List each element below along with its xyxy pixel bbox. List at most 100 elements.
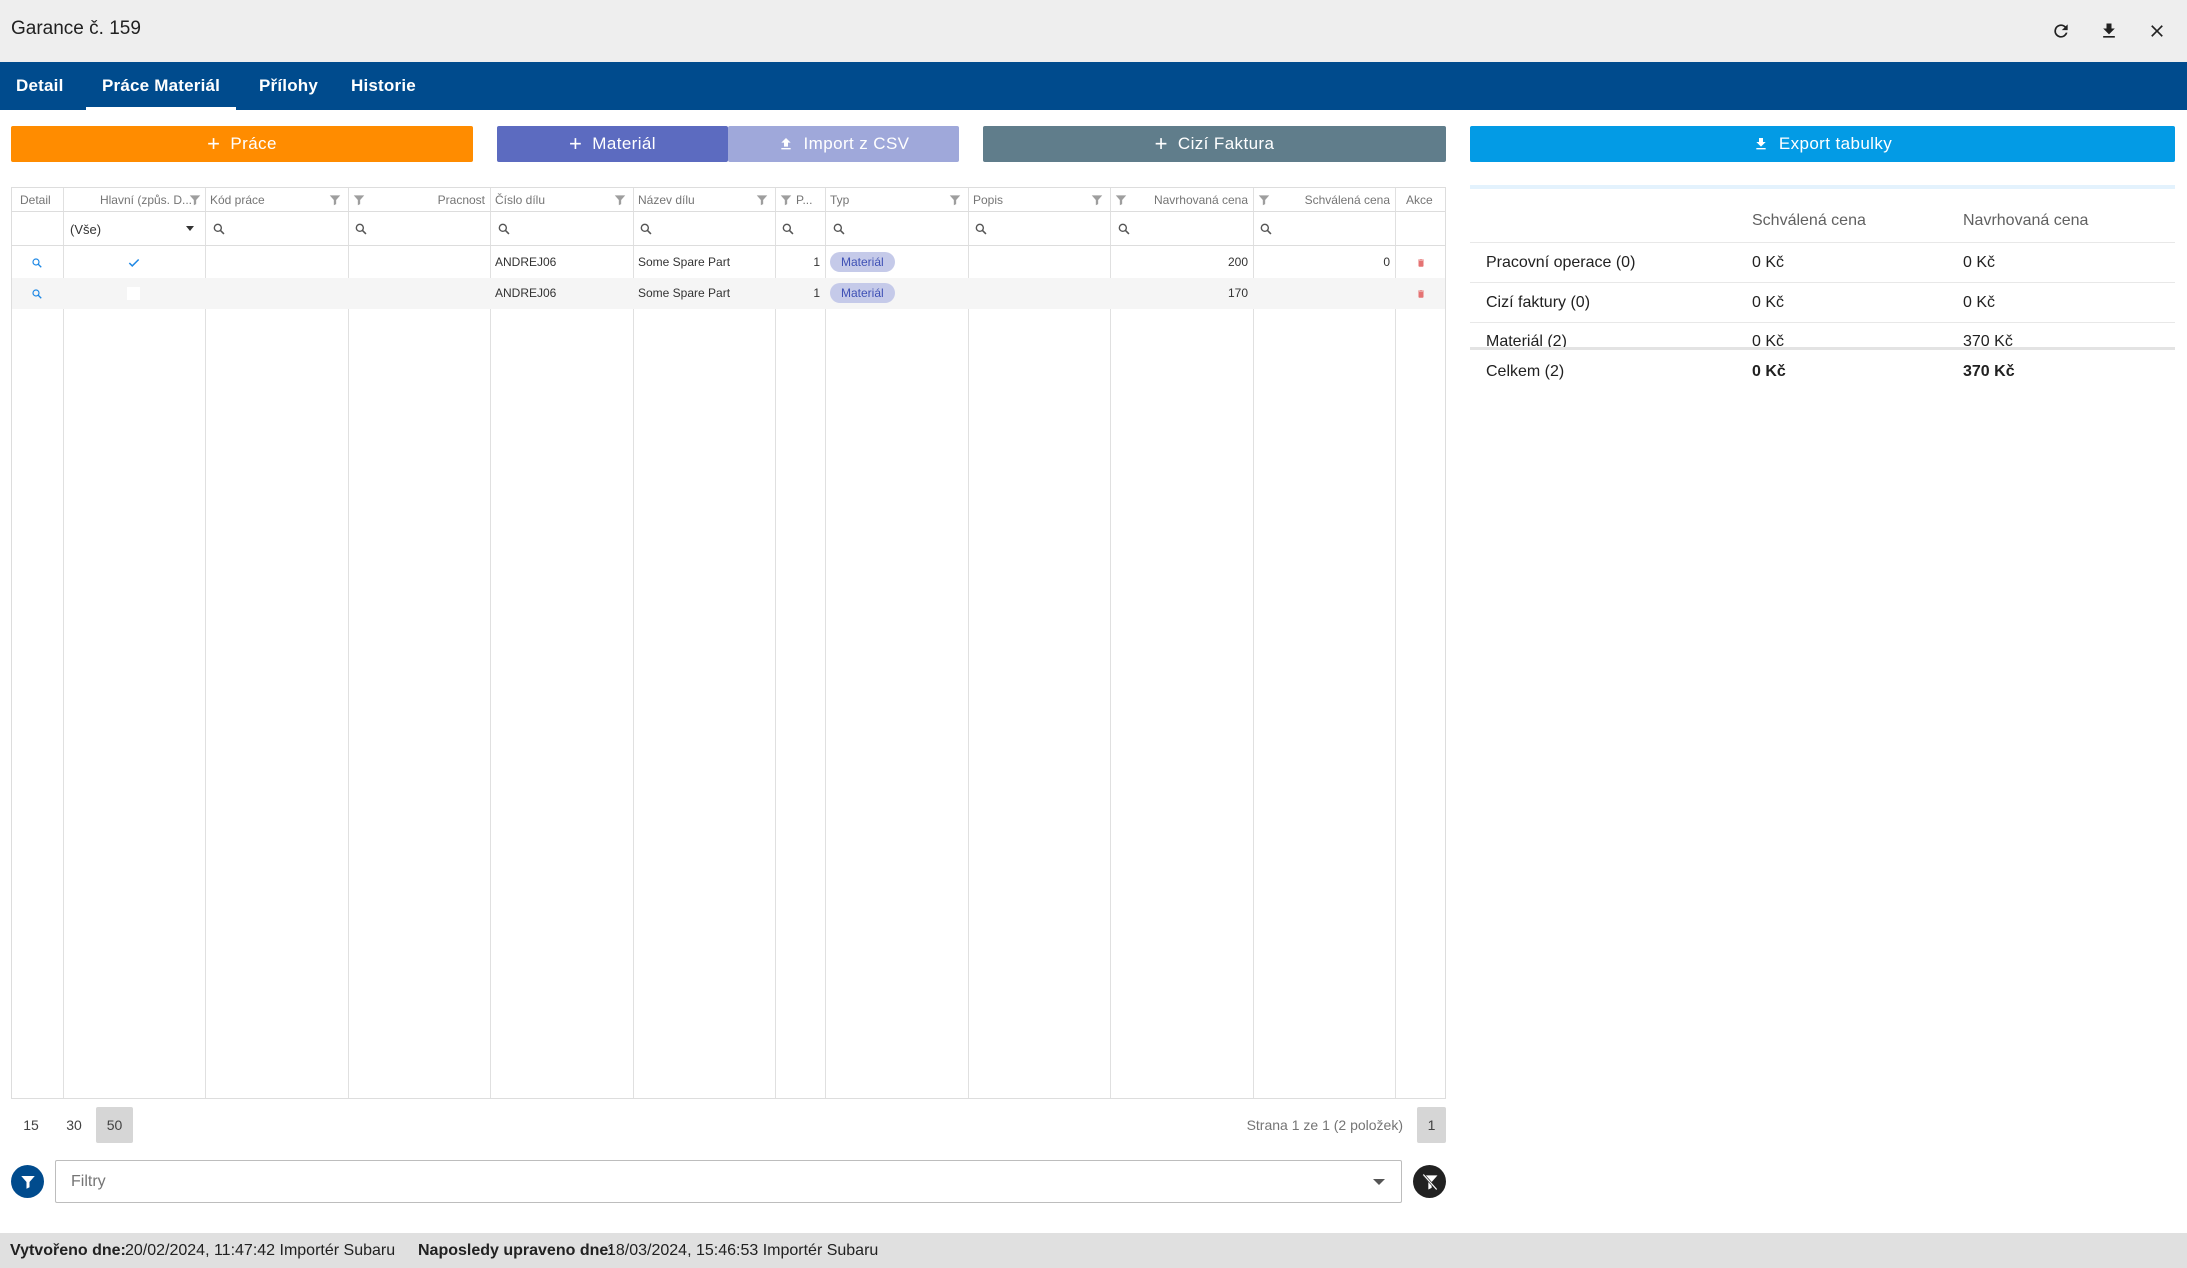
created-value: 20/02/2024, 11:47:42 Importér Subaru bbox=[125, 1242, 396, 1259]
column-header-detail[interactable]: Detail bbox=[20, 188, 60, 212]
kod-prace-filter-input[interactable] bbox=[212, 212, 226, 246]
filters-placeholder: Filtry bbox=[71, 1173, 106, 1190]
tab-prace-material[interactable]: Práce Materiál bbox=[85, 62, 237, 110]
filter-funnel-icon[interactable] bbox=[1090, 192, 1104, 208]
data-grid: Detail Hlavní (způs. D... Kód práce Prac… bbox=[11, 187, 1446, 1099]
column-header-navrhovana-cena[interactable]: Navrhovaná cena bbox=[1130, 188, 1248, 212]
search-icon bbox=[1260, 223, 1272, 235]
pocet-filter-input[interactable] bbox=[781, 212, 795, 246]
nazev-dilu-filter-input[interactable] bbox=[639, 212, 653, 246]
filter-funnel-icon[interactable] bbox=[948, 192, 962, 208]
footer-bar: Vytvořeno dne: 20/02/2024, 11:47:42 Impo… bbox=[0, 1233, 2187, 1268]
page-size-50[interactable]: 50 bbox=[96, 1107, 133, 1143]
cislo-dilu-filter-input[interactable] bbox=[497, 212, 511, 246]
table-row[interactable]: ANDREJ06 Some Spare Part 1 Materiál 200 … bbox=[12, 247, 1445, 278]
navrhovana-cena-cell: 200 bbox=[1227, 255, 1248, 269]
navrhovana-cena-cell: 170 bbox=[1227, 286, 1248, 300]
cislo-dilu-cell: ANDREJ06 bbox=[495, 255, 557, 269]
delete-icon[interactable] bbox=[1416, 278, 1426, 309]
filter-funnel-icon[interactable] bbox=[613, 192, 627, 208]
pocet-cell: 1 bbox=[813, 286, 820, 300]
column-header-schvalena-cena[interactable]: Schválená cena bbox=[1273, 188, 1390, 212]
filter-icon[interactable] bbox=[11, 1165, 44, 1198]
navrhovana-cena-filter-input[interactable] bbox=[1117, 212, 1131, 246]
download-icon[interactable] bbox=[2093, 15, 2125, 47]
hlavni-filter-select[interactable]: (Vše) bbox=[70, 212, 202, 246]
filter-funnel-icon[interactable] bbox=[328, 192, 342, 208]
pocet-cell: 1 bbox=[813, 255, 820, 269]
summary-row: Cizí faktury (0) 0 Kč 0 Kč bbox=[1470, 283, 2175, 323]
nazev-dilu-cell: Some Spare Part bbox=[638, 286, 731, 300]
export-table-button[interactable]: Export tabulky bbox=[1470, 126, 2175, 162]
column-header-pocet[interactable]: P... bbox=[796, 188, 824, 212]
delete-icon[interactable] bbox=[1416, 247, 1426, 278]
plus-icon: + bbox=[207, 131, 221, 156]
column-header-kod-prace[interactable]: Kód práce bbox=[210, 188, 330, 212]
row-detail-search-icon[interactable] bbox=[31, 278, 43, 309]
summary-row-schval: 0 Kč bbox=[1752, 294, 1785, 311]
filter-funnel-icon[interactable] bbox=[779, 192, 793, 208]
summary-row-label: Cizí faktury (0) bbox=[1486, 294, 1591, 311]
schvalena-cena-filter-input[interactable] bbox=[1259, 212, 1273, 246]
modified-value: 18/03/2024, 15:46:53 Importér Subaru bbox=[607, 1242, 879, 1259]
tab-historie[interactable]: Historie bbox=[351, 62, 416, 110]
search-icon bbox=[498, 223, 510, 235]
unchecked-checkbox-icon[interactable] bbox=[127, 278, 140, 309]
title-bar: Garance č. 159 bbox=[0, 0, 2187, 62]
refresh-icon[interactable] bbox=[2045, 15, 2077, 47]
summary-header-schvalena: Schválená cena bbox=[1752, 212, 1866, 229]
checkmark-icon[interactable] bbox=[127, 247, 141, 278]
filter-funnel-icon[interactable] bbox=[1257, 192, 1271, 208]
filter-funnel-icon[interactable] bbox=[1114, 192, 1128, 208]
typ-filter-input[interactable] bbox=[832, 212, 846, 246]
plus-icon: + bbox=[569, 131, 583, 156]
column-header-pracnost[interactable]: Pracnost bbox=[367, 188, 485, 212]
tab-prilohy[interactable]: Přílohy bbox=[259, 62, 318, 110]
import-csv-label: Import z CSV bbox=[803, 134, 910, 153]
summary-header-row: Schválená cena Navrhovaná cena bbox=[1470, 199, 2175, 243]
summary-total-label: Celkem (2) bbox=[1486, 363, 1565, 380]
column-header-cislo-dilu[interactable]: Číslo dílu bbox=[495, 188, 615, 212]
download-icon bbox=[1756, 138, 1766, 150]
modified-label: Naposledy upraveno dne: bbox=[418, 1242, 614, 1259]
page-size-15[interactable]: 15 bbox=[14, 1107, 48, 1143]
search-icon bbox=[975, 223, 987, 235]
summary-row-navrh: 0 Kč bbox=[1963, 254, 1996, 271]
grid-filter-row: (Vše) bbox=[12, 212, 1445, 246]
popis-filter-input[interactable] bbox=[974, 212, 988, 246]
clear-filter-icon[interactable] bbox=[1413, 1165, 1446, 1198]
export-table-label: Export tabulky bbox=[1778, 134, 1893, 153]
page-size-30[interactable]: 30 bbox=[56, 1107, 92, 1143]
filter-funnel-icon[interactable] bbox=[188, 192, 202, 208]
filters-select[interactable]: Filtry bbox=[55, 1160, 1402, 1203]
nazev-dilu-cell: Some Spare Part bbox=[638, 255, 731, 269]
add-material-button[interactable]: + Materiál bbox=[497, 126, 728, 162]
search-icon bbox=[213, 223, 225, 235]
upload-icon bbox=[780, 138, 791, 150]
filter-funnel-icon[interactable] bbox=[352, 192, 366, 208]
summary-total-row: Celkem (2) 0 Kč 370 Kč bbox=[1470, 347, 2175, 389]
column-header-hlavni[interactable]: Hlavní (způs. D... bbox=[67, 188, 192, 212]
grid-header-row: Detail Hlavní (způs. D... Kód práce Prac… bbox=[12, 188, 1445, 212]
column-header-nazev-dilu[interactable]: Název dílu bbox=[638, 188, 758, 212]
table-row[interactable]: ANDREJ06 Some Spare Part 1 Materiál 170 bbox=[12, 278, 1445, 309]
add-prace-label: Práce bbox=[230, 134, 277, 153]
chevron-down-icon bbox=[1373, 1179, 1385, 1185]
column-header-typ[interactable]: Typ bbox=[830, 188, 950, 212]
hlavni-filter-value: (Vše) bbox=[70, 221, 102, 237]
add-prace-button[interactable]: + Práce bbox=[11, 126, 473, 162]
close-icon[interactable] bbox=[2141, 15, 2173, 47]
typ-cell: Materiál bbox=[830, 247, 895, 278]
tab-detail[interactable]: Detail bbox=[16, 62, 64, 110]
search-icon bbox=[782, 223, 794, 235]
import-csv-button[interactable]: Import z CSV bbox=[728, 126, 959, 162]
pracnost-filter-input[interactable] bbox=[354, 212, 368, 246]
filter-funnel-icon[interactable] bbox=[755, 192, 769, 208]
add-cizi-faktura-button[interactable]: + Cizí Faktura bbox=[983, 126, 1446, 162]
page-button-1[interactable]: 1 bbox=[1417, 1107, 1446, 1143]
row-detail-search-icon[interactable] bbox=[31, 247, 43, 278]
summary-row-navrh: 0 Kč bbox=[1963, 294, 1996, 311]
column-header-popis[interactable]: Popis bbox=[973, 188, 1093, 212]
typ-badge: Materiál bbox=[830, 252, 895, 272]
window-title: Garance č. 159 bbox=[11, 18, 141, 39]
